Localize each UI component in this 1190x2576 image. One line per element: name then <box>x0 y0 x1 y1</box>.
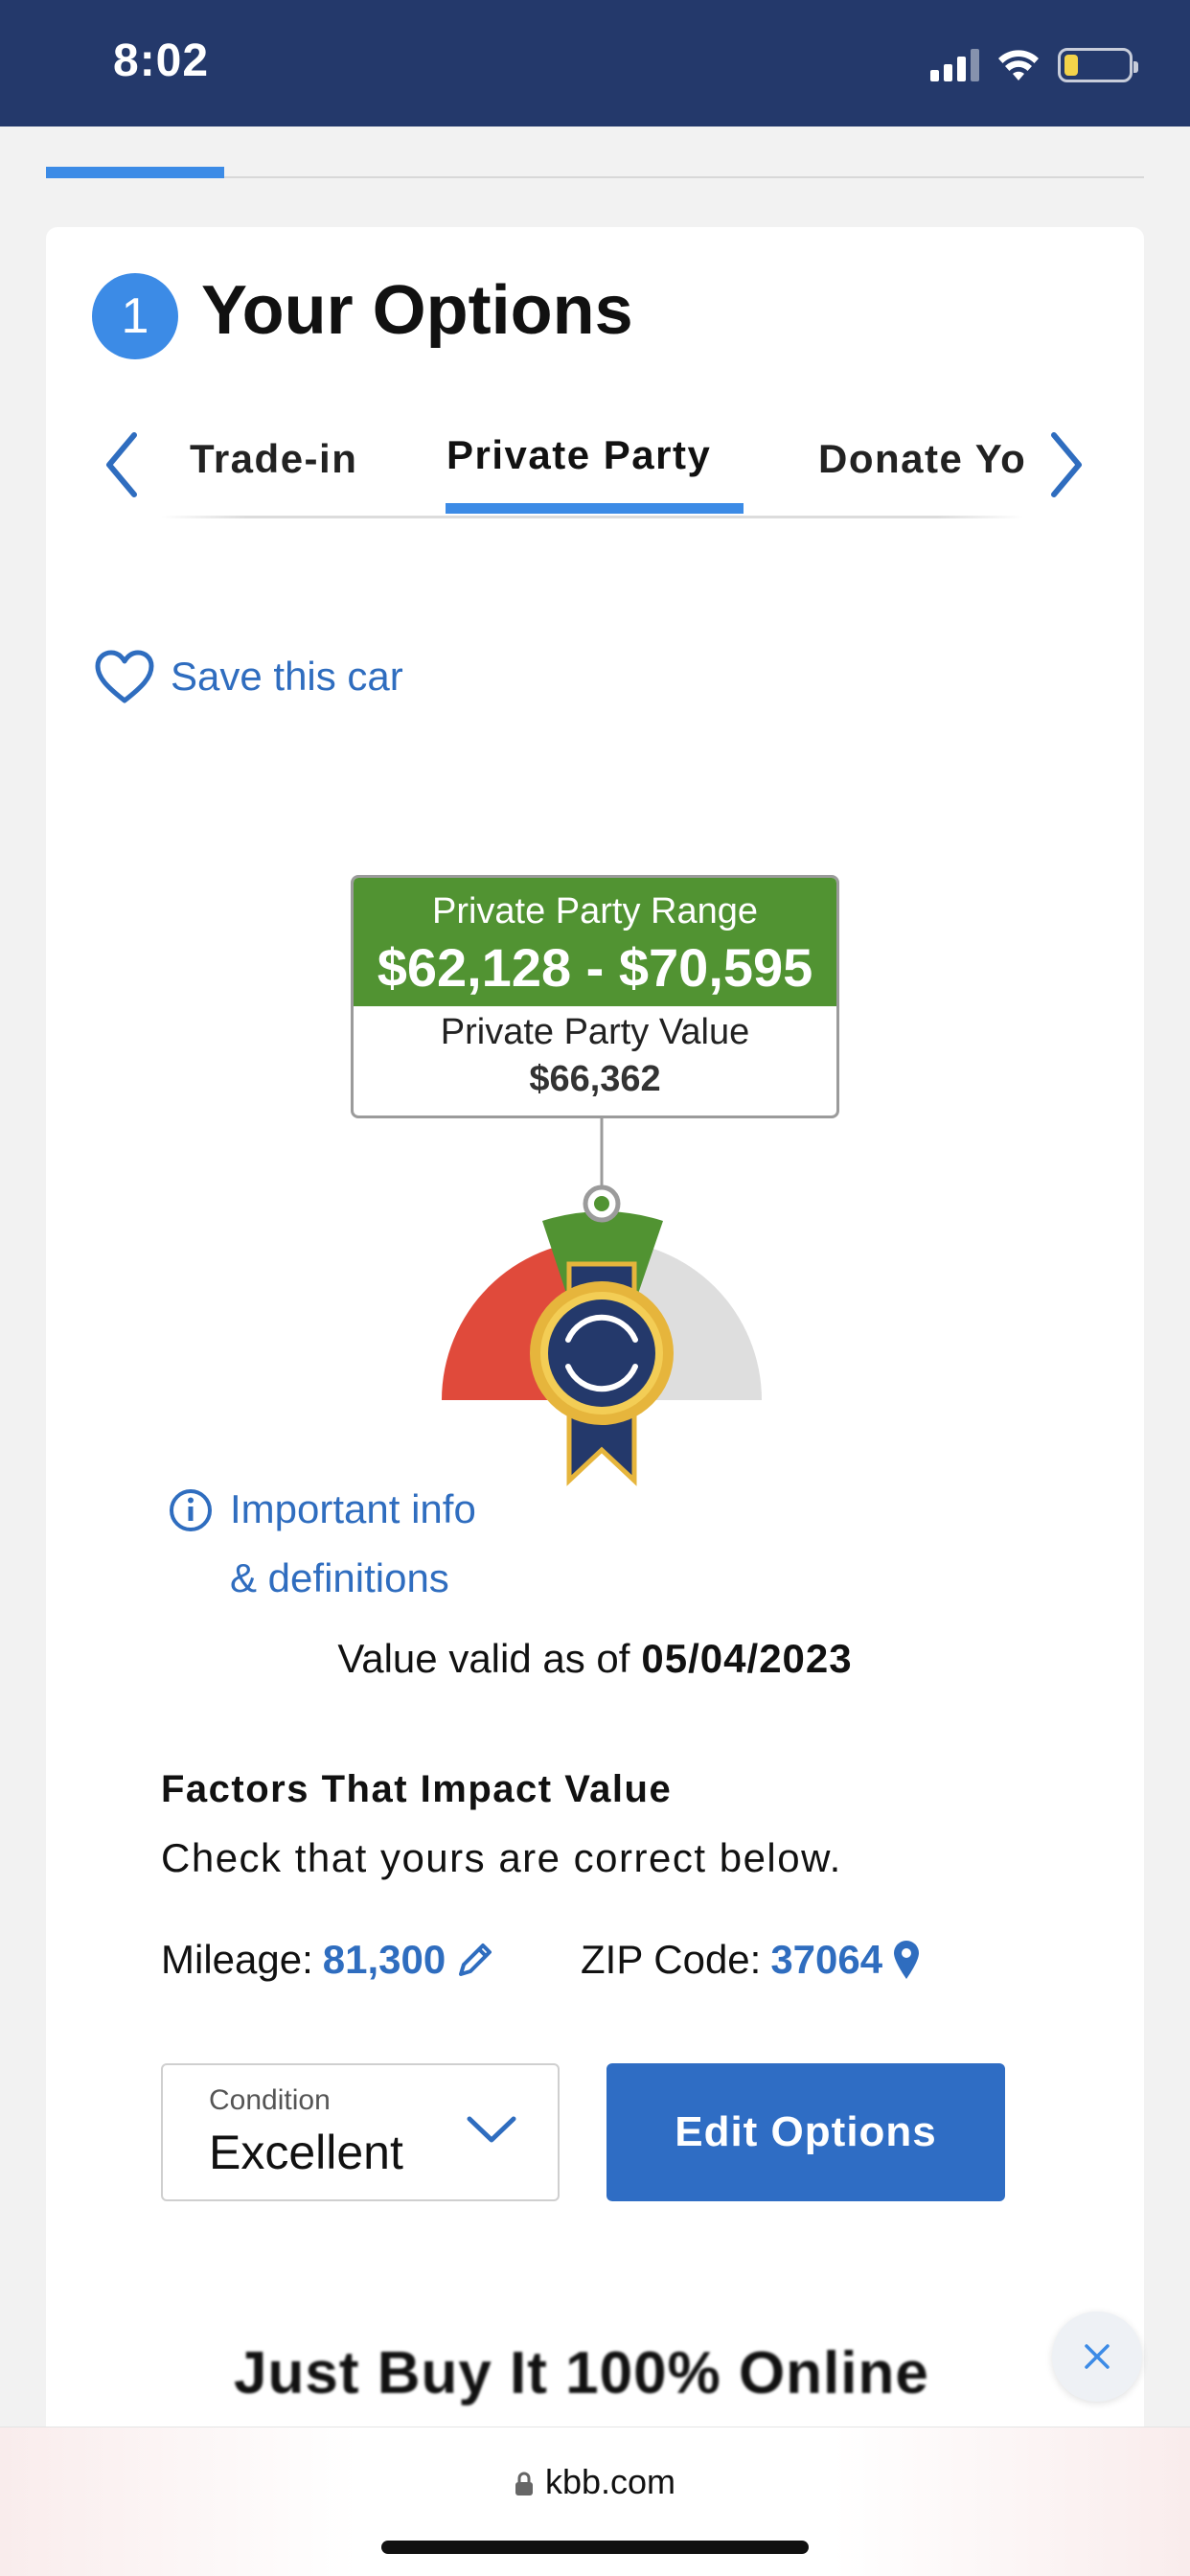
info-icon <box>170 1489 212 1531</box>
top-tab-divider <box>224 176 1144 178</box>
range-label: Private Party Range <box>431 891 759 932</box>
edit-options-button[interactable]: Edit Options <box>606 2063 1005 2201</box>
home-indicator[interactable] <box>381 2541 809 2554</box>
signal-icon <box>930 49 979 81</box>
range-value: $62,128 - $70,595 <box>377 937 813 998</box>
location-pin-icon[interactable] <box>892 1939 921 1981</box>
options-card: 1 Your Options Trade-in Private Party Do… <box>46 227 1144 2470</box>
wifi-icon <box>998 50 1039 80</box>
private-party-value-box: Private Party Range $62,128 - $70,595 Pr… <box>351 875 839 1118</box>
section-title: Your Options <box>201 272 633 349</box>
chevron-down-icon <box>467 2116 516 2143</box>
value-type-tabs: Trade-in Private Party Donate Yo <box>46 400 1144 524</box>
factors-subtitle: Check that yours are correct below. <box>161 1835 842 1880</box>
tab-trade-in[interactable]: Trade-in <box>190 436 357 482</box>
value-valid-date: Value valid as of 05/04/2023 <box>46 1636 1144 1682</box>
kbb-seal-icon <box>530 1281 674 1425</box>
condition-select[interactable]: Condition Excellent <box>161 2063 560 2201</box>
url-display[interactable]: kbb.com <box>0 2462 1190 2502</box>
lock-icon <box>515 2472 533 2496</box>
tabs-next-button[interactable] <box>1037 426 1094 503</box>
mileage-label: Mileage: <box>161 1937 313 1982</box>
browser-url-bar[interactable]: kbb.com <box>0 2426 1190 2576</box>
promo-banner-text: Just Buy It 100% Online <box>234 2340 929 2406</box>
valid-label: Value valid as of <box>337 1636 630 1681</box>
tabs-prev-button[interactable] <box>94 426 151 503</box>
pencil-icon[interactable] <box>455 1940 495 1980</box>
zip-label: ZIP Code: <box>581 1937 762 1982</box>
heart-icon <box>95 650 154 703</box>
condition-value: Excellent <box>209 2126 403 2179</box>
zip-value[interactable]: 37064 <box>770 1937 882 1983</box>
important-info-line1: Important info <box>230 1486 476 1531</box>
range-section: Private Party Range $62,128 - $70,595 <box>354 878 836 1006</box>
chevron-right-icon <box>1051 432 1082 497</box>
top-tab-active-indicator <box>46 167 224 178</box>
close-icon <box>1085 2344 1110 2369</box>
chevron-left-icon <box>106 432 137 497</box>
close-ad-button[interactable] <box>1052 2312 1142 2402</box>
zip-field[interactable]: ZIP Code: 37064 <box>581 1937 921 1983</box>
status-bar: 8:02 <box>0 0 1190 126</box>
battery-icon <box>1058 48 1138 82</box>
valid-date: 05/04/2023 <box>641 1636 853 1681</box>
mileage-field[interactable]: Mileage: 81,300 <box>161 1937 495 1983</box>
status-icons <box>930 44 1138 86</box>
mileage-value[interactable]: 81,300 <box>323 1937 446 1983</box>
value-gauge <box>442 1118 762 1486</box>
save-car-link[interactable]: Save this car <box>94 649 403 704</box>
important-info-line2: & definitions <box>230 1555 449 1600</box>
tab-active-indicator <box>446 503 744 514</box>
important-info-text: Important info & definitions <box>230 1475 476 1613</box>
tab-donate[interactable]: Donate Yo <box>818 436 1029 482</box>
tabs-divider <box>161 516 1023 518</box>
save-car-label: Save this car <box>171 654 403 699</box>
url-text: kbb.com <box>544 2462 676 2501</box>
value-label: Private Party Value <box>440 1012 750 1052</box>
status-time: 8:02 <box>113 35 210 86</box>
value-amount: $66,362 <box>529 1059 661 1099</box>
tab-private-party[interactable]: Private Party <box>446 432 711 478</box>
step-badge: 1 <box>92 273 178 359</box>
factors-title: Factors That Impact Value <box>161 1768 673 1810</box>
condition-label: Condition <box>209 2084 331 2116</box>
value-section: Private Party Value $66,362 <box>354 1006 836 1100</box>
